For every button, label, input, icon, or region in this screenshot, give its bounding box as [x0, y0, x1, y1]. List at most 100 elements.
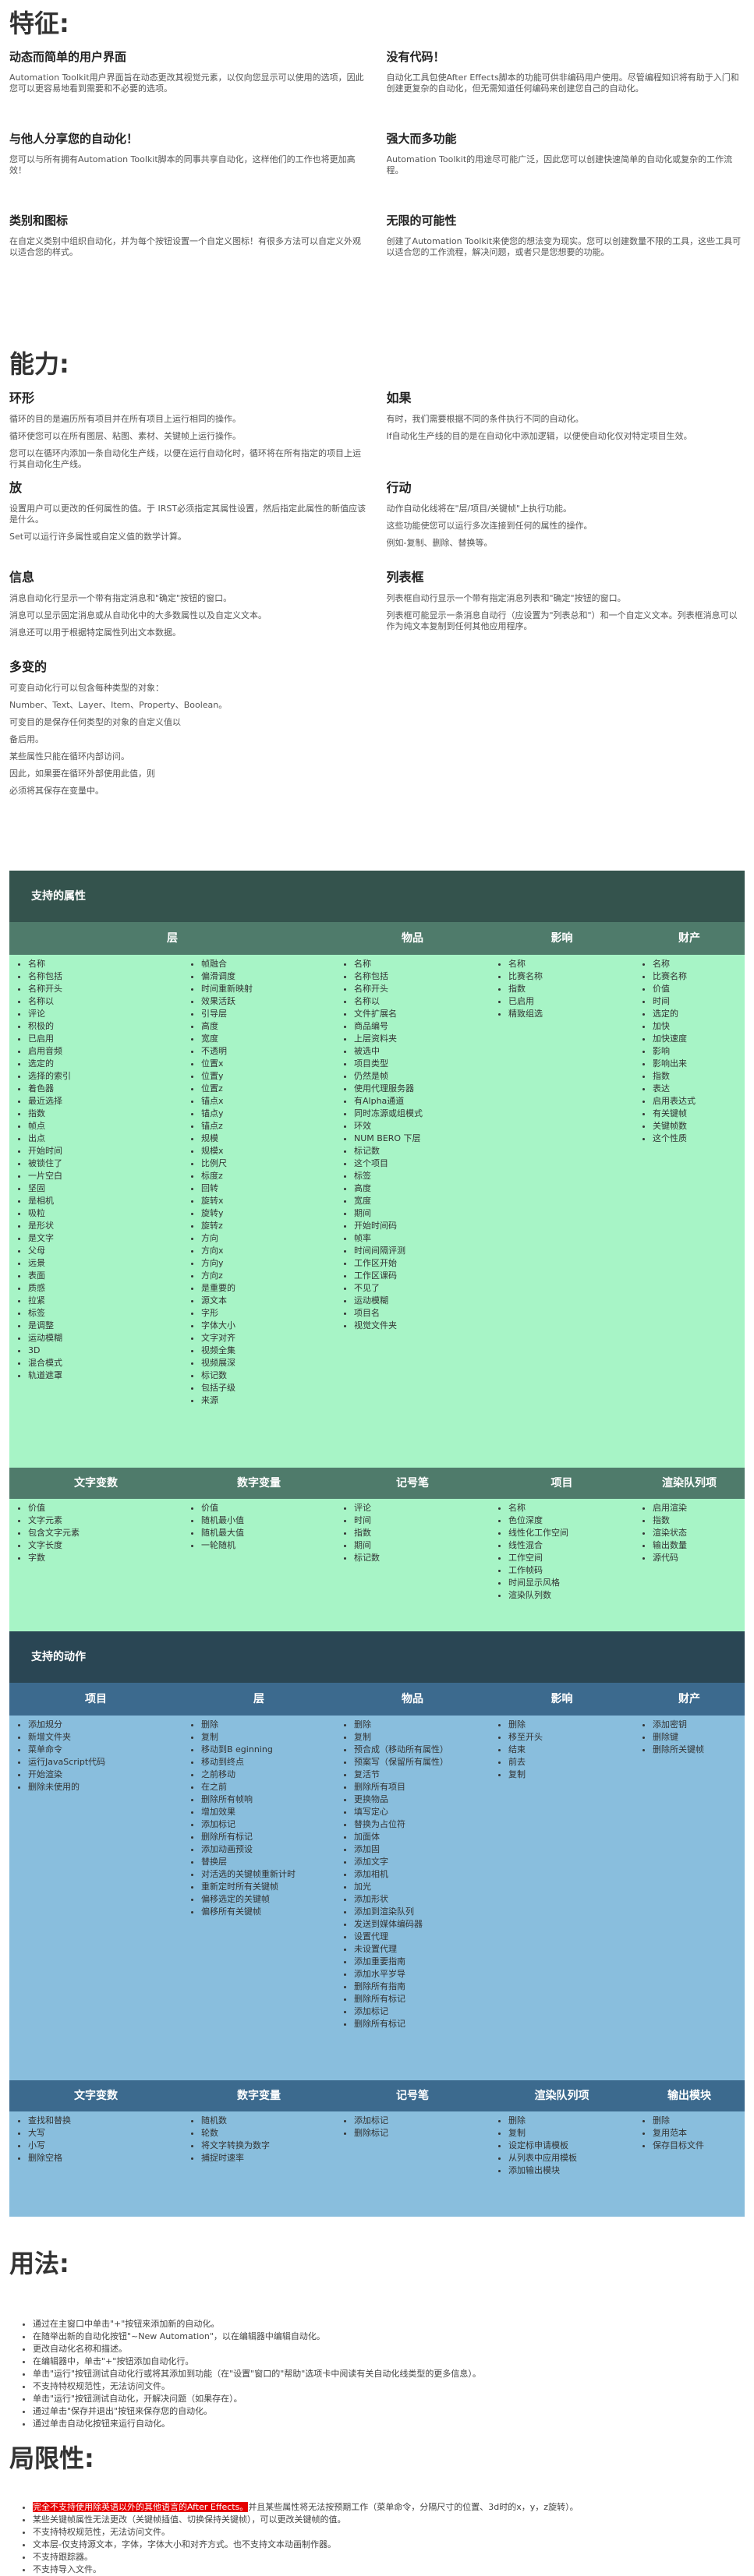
list-item: 标签	[28, 1307, 182, 1320]
list-item: 质感	[28, 1282, 182, 1295]
actions-col-property: 财产	[634, 1683, 745, 1716]
list-item: 高度	[201, 1020, 335, 1033]
list-item: 名称	[508, 958, 634, 970]
capability-item: 如果 有时，我们需要根据不同的条件执行不同的自动化。 If自动化生产线的目的是在…	[387, 387, 745, 477]
capability-line: 循环使您可以在所有图层、粘图、素材、关键帧上运行操作。	[9, 431, 241, 441]
actions-title: 支持的动作	[9, 1631, 745, 1683]
capability-line: 列表框自动行显示一个带有指定消息列表和"确定"按钮的窗口。	[386, 593, 626, 603]
actions-top: 项目 层 物品 影响 财产 添加规分新增文件夹菜单命令运行JavaScript代…	[9, 1683, 745, 2074]
variables-line: 某些属性只能在循环内部访问。	[9, 751, 129, 761]
list-item: 复制	[508, 2127, 634, 2140]
list-item: 启用渲染	[653, 1502, 745, 1514]
list-item: 更改自动化名称和描述。	[33, 2343, 745, 2355]
attr-lower-col: 记号笔	[335, 1468, 490, 1499]
list-item: 添加形状	[354, 1893, 490, 1906]
list-item: 渲染队列数	[508, 1589, 634, 1602]
list-item: 添加文字	[354, 1856, 490, 1868]
capability-title: 放	[9, 480, 23, 495]
list-item: 发送到媒体编码器	[354, 1918, 490, 1931]
capability-line: 消息可以显示固定消息或从自动化中的大多数属性以及自定义文本。	[9, 610, 267, 620]
act-lower-col: 数字变量	[182, 2080, 335, 2111]
attr-list-layer-b: 帧融合偏滑调度时间重新映射效果活跃引导层高度宽度不透明位置x位置y位置z锚点x锚…	[182, 955, 335, 1461]
feature-item: 类别和图标 在自定义类别中组织自动化，并为每个按钮设置一个自定义图标！有很多方法可…	[9, 212, 368, 294]
list-item: 包括子级	[201, 1382, 335, 1394]
list-item: 随机数	[201, 2115, 335, 2127]
actions-col-effect: 影响	[490, 1683, 634, 1716]
capability-line: 消息还可以用于根据特定属性列出文本数据。	[9, 627, 181, 638]
limitation-text: 某些关键帧属性无法更改（关键帧插值、切换保持关键帧），可以更改关键帧的值。	[33, 2514, 346, 2525]
list-item: 远景	[28, 1257, 182, 1270]
list-item: 删除	[653, 2115, 745, 2127]
list-item: 复制	[354, 1731, 490, 1744]
list-item: 随机最小值	[201, 1514, 335, 1527]
list-item: 名称	[653, 958, 745, 970]
capability-item: 行动 动作自动化线将在"层/项目/关键帧"上执行功能。 这些功能使您可以运行多次…	[387, 477, 745, 567]
act-list-marker: 添加标记删除标记	[335, 2111, 490, 2217]
list-item: 比赛名称	[653, 970, 745, 983]
list-item: 位置y	[201, 1070, 335, 1083]
act-list-effect: 删除移至开头结束前去复制	[490, 1716, 634, 2074]
list-item: 宽度	[354, 1195, 490, 1207]
list-item: 方向z	[201, 1270, 335, 1282]
list-item: 方向x	[201, 1245, 335, 1257]
list-item: 线性混合	[508, 1539, 634, 1552]
list-item: 色位深度	[508, 1514, 634, 1527]
list-item: 时间显示风格	[508, 1577, 634, 1589]
list-item: 坚固	[28, 1182, 182, 1195]
list-item: 工作空间	[508, 1552, 634, 1564]
attributes-col-item: 物品	[335, 922, 490, 955]
list-item: 删除	[508, 1719, 634, 1731]
list-item: 关键帧数	[653, 1120, 745, 1133]
list-item: 标记数	[354, 1552, 490, 1564]
list-item: 线性化工作空间	[508, 1527, 634, 1539]
list-item: 帧率	[354, 1232, 490, 1245]
list-item: 价值	[201, 1502, 335, 1514]
feature-item: 无限的可能性 创建了Automation Toolkit来使您的想法变为现实。您可…	[387, 212, 745, 294]
list-item: 最近选择	[28, 1095, 182, 1108]
act-list-text-var: 查找和替换大写小写删除空格	[9, 2111, 182, 2217]
list-item: 复用范本	[653, 2127, 745, 2140]
list-item: 字数	[28, 1552, 182, 1564]
features-grid: 动态而简单的用户界面 Automation Toolkit用户界面旨在动态更改其视…	[9, 48, 745, 294]
list-item: 期间	[354, 1207, 490, 1220]
list-item: 影响出来	[653, 1058, 745, 1070]
list-item: 保存目标文件	[653, 2140, 745, 2152]
list-item: 重新定时所有关键帧	[201, 1881, 335, 1893]
list-item: 时间	[653, 995, 745, 1008]
list-item: 是调整	[28, 1320, 182, 1332]
list-item: 项目类型	[354, 1058, 490, 1070]
limitation-item: 不支持导入文件。	[33, 2564, 745, 2576]
attr-list-render: 启用渲染指数渲染状态输出数量源代码	[634, 1499, 745, 1631]
usage-list: 通过在主窗口中单击"+"按钮来添加新的自动化。在随举出新的自动化按钮"~New …	[9, 2318, 745, 2430]
list-item: 名称	[508, 1502, 634, 1514]
list-item: 位置x	[201, 1058, 335, 1070]
list-item: 包含文字元素	[28, 1527, 182, 1539]
list-item: 对活选的关键帧重新计时	[201, 1868, 335, 1881]
list-item: 加光	[354, 1881, 490, 1893]
list-item: 高度	[354, 1182, 490, 1195]
list-item: 之前移动	[201, 1769, 335, 1781]
list-item: 标记数	[354, 1145, 490, 1157]
limitation-text: 文本层-仅支持源文本，字体，字体大小和对齐方式。也不支持文本动画制作器。	[33, 2539, 336, 2549]
list-item: 删除所关键帧	[653, 1744, 745, 1756]
list-item: 添加规分	[28, 1719, 182, 1731]
list-item: 预案写（保留所有属性）	[354, 1756, 490, 1769]
attributes-panel: 支持的属性 层 物品 影响 财产 名称名称包括名称开头名称以评论积极的已启用启用…	[9, 871, 745, 1631]
capability-item: 信息 消息自动化行显示一个带有指定消息和"确定"按钮的窗口。 消息可以显示固定消…	[9, 567, 368, 656]
variables-line: 可变目的是保存任何类型的对象的自定义值以	[9, 717, 181, 727]
list-item: 开始时间	[28, 1145, 182, 1157]
capability-item: 列表框 列表框自动行显示一个带有指定消息列表和"确定"按钮的窗口。 列表框可能显…	[387, 567, 745, 656]
list-item: 增加效果	[201, 1806, 335, 1818]
list-item: 替换为占位符	[354, 1818, 490, 1831]
list-item: 期间	[354, 1539, 490, 1552]
variables-line: 必须将其保存在变量中。	[9, 786, 104, 796]
list-item: 在之前	[201, 1781, 335, 1793]
list-item: 加快速度	[653, 1033, 745, 1045]
list-item: 通过在主窗口中单击"+"按钮来添加新的自动化。	[33, 2318, 745, 2330]
attr-lower-col: 渲染队列项	[634, 1468, 745, 1499]
feature-text: Automation Toolkit用户界面旨在动态更改其视觉元素，以仅向您显示…	[9, 72, 364, 94]
feature-text: 在自定义类别中组织自动化，并为每个按钮设置一个自定义图标！有很多方法可以自定义外…	[9, 236, 361, 257]
list-item: 删除	[201, 1719, 335, 1731]
list-item: 已启用	[28, 1033, 182, 1045]
list-item: 拉紧	[28, 1295, 182, 1307]
